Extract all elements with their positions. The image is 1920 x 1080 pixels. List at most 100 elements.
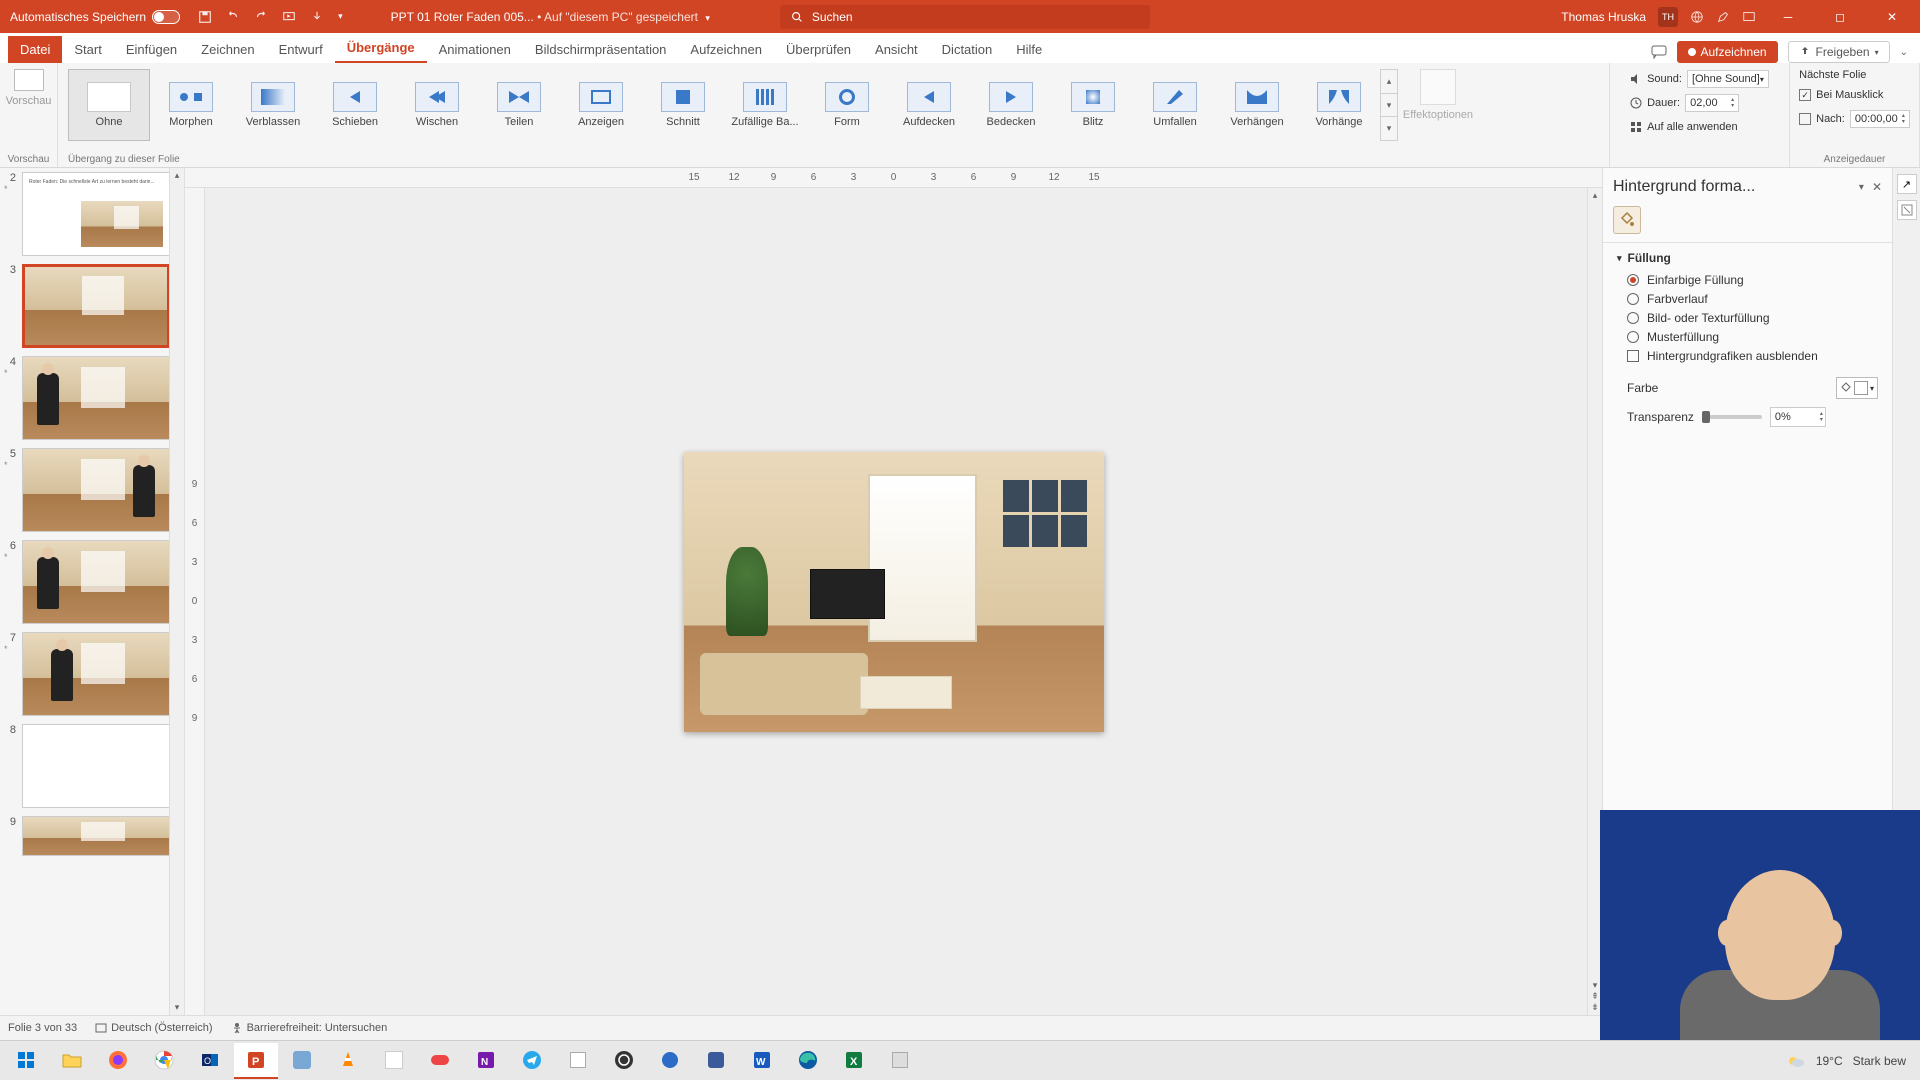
fill-pattern-radio[interactable]: Musterfüllung xyxy=(1627,330,1878,344)
chevron-down-icon[interactable]: ▾ xyxy=(705,13,710,23)
start-button[interactable] xyxy=(4,1043,48,1079)
format-pane-dropdown-icon[interactable]: ▾ xyxy=(1859,182,1864,193)
weather-text[interactable]: Stark bew xyxy=(1853,1054,1906,1068)
designer-pane-icon[interactable] xyxy=(1897,200,1917,220)
outlook-icon[interactable]: O xyxy=(188,1043,232,1079)
format-pane-close-icon[interactable]: ✕ xyxy=(1872,180,1882,194)
telegram-icon[interactable] xyxy=(510,1043,554,1079)
transition-flash[interactable]: Blitz xyxy=(1052,69,1134,141)
fill-section-header[interactable]: ▾Füllung xyxy=(1617,251,1878,265)
tab-design[interactable]: Entwurf xyxy=(267,36,335,63)
fill-solid-radio[interactable]: Einfarbige Füllung xyxy=(1627,273,1878,287)
weather-temp[interactable]: 19°C xyxy=(1816,1054,1843,1068)
transition-wipe[interactable]: Wischen xyxy=(396,69,478,141)
edge-icon[interactable] xyxy=(786,1043,830,1079)
window-icon[interactable] xyxy=(1742,10,1756,24)
thumbnail-7[interactable] xyxy=(22,632,170,716)
fill-gradient-radio[interactable]: Farbverlauf xyxy=(1627,292,1878,306)
hide-bg-checkbox[interactable]: Hintergrundgrafiken ausblenden xyxy=(1627,349,1878,363)
slideshow-icon[interactable] xyxy=(282,10,296,24)
thumbnails-scrollbar[interactable]: ▴▾ xyxy=(169,168,184,1015)
gallery-scroll[interactable]: ▴▾▾ xyxy=(1380,69,1398,141)
autosave-toggle[interactable] xyxy=(152,10,180,24)
word-icon[interactable]: W xyxy=(740,1043,784,1079)
vlc-icon[interactable] xyxy=(326,1043,370,1079)
fill-tab-icon[interactable] xyxy=(1613,206,1641,234)
undo-icon[interactable] xyxy=(226,10,240,24)
transition-curtains[interactable]: Vorhänge xyxy=(1298,69,1380,141)
slide-content-image[interactable] xyxy=(684,452,1104,732)
app-icon-1[interactable] xyxy=(280,1043,324,1079)
collapse-ribbon-icon[interactable]: ⌄ xyxy=(1900,47,1908,58)
tab-draw[interactable]: Zeichnen xyxy=(189,36,266,63)
transparency-slider[interactable] xyxy=(1702,415,1762,419)
share-button[interactable]: Freigeben ▾ xyxy=(1788,41,1890,63)
after-time-input[interactable]: 00:00,00▴▾ xyxy=(1850,110,1910,128)
transition-split[interactable]: Teilen xyxy=(478,69,560,141)
tab-file[interactable]: Datei xyxy=(8,36,62,63)
weather-icon[interactable] xyxy=(1786,1051,1806,1071)
pen-icon[interactable] xyxy=(1716,10,1730,24)
tab-dictation[interactable]: Dictation xyxy=(930,36,1005,63)
search-box[interactable]: Suchen xyxy=(780,5,1150,29)
explorer-icon[interactable] xyxy=(50,1043,94,1079)
minimize-button[interactable]: ─ xyxy=(1768,0,1808,33)
duration-input[interactable]: 02,00▴▾ xyxy=(1685,94,1739,112)
transition-none[interactable]: Ohne xyxy=(68,69,150,141)
thumbnail-8[interactable] xyxy=(22,724,170,808)
transition-cut[interactable]: Schnitt xyxy=(642,69,724,141)
touch-mode-icon[interactable] xyxy=(310,10,324,24)
tab-slideshow[interactable]: Bildschirmpräsentation xyxy=(523,36,679,63)
app-icon-7[interactable] xyxy=(878,1043,922,1079)
transition-fall[interactable]: Umfallen xyxy=(1134,69,1216,141)
slide-canvas[interactable]: 151296303691215 9630369 ▴▾⇞⇟ xyxy=(185,168,1602,1015)
user-name[interactable]: Thomas Hruska xyxy=(1561,10,1646,24)
tab-start[interactable]: Start xyxy=(62,36,113,63)
save-location[interactable]: • Auf "diesem PC" gespeichert xyxy=(537,10,698,24)
thumbnail-9[interactable] xyxy=(22,816,170,856)
thumbnail-2[interactable]: Roter Faden: Die schnellste Art zu lerne… xyxy=(22,172,170,256)
tab-record[interactable]: Aufzeichnen xyxy=(678,36,774,63)
after-checkbox[interactable] xyxy=(1799,113,1811,125)
tab-transitions[interactable]: Übergänge xyxy=(335,34,427,63)
comments-icon[interactable] xyxy=(1651,45,1667,59)
thumbnail-6[interactable] xyxy=(22,540,170,624)
obs-icon[interactable] xyxy=(602,1043,646,1079)
tab-animations[interactable]: Animationen xyxy=(427,36,523,63)
apply-all-button[interactable]: Auf alle anwenden xyxy=(1630,117,1769,137)
transition-uncover[interactable]: Aufdecken xyxy=(888,69,970,141)
accessibility-check[interactable]: Barrierefreiheit: Untersuchen xyxy=(231,1022,388,1034)
on-click-checkbox[interactable]: ✓ xyxy=(1799,89,1811,101)
powerpoint-icon[interactable]: P xyxy=(234,1043,278,1079)
preview-icon[interactable] xyxy=(14,69,44,91)
color-picker-button[interactable]: ▾ xyxy=(1836,377,1878,399)
app-icon-4[interactable] xyxy=(556,1043,600,1079)
transition-morph[interactable]: Morphen xyxy=(150,69,232,141)
app-icon-6[interactable] xyxy=(694,1043,738,1079)
thumbnail-5[interactable] xyxy=(22,448,170,532)
save-icon[interactable] xyxy=(198,10,212,24)
collapse-pane-icon[interactable]: ↗ xyxy=(1897,174,1917,194)
record-button[interactable]: Aufzeichnen xyxy=(1677,41,1778,63)
transition-push[interactable]: Schieben xyxy=(314,69,396,141)
tab-insert[interactable]: Einfügen xyxy=(114,36,189,63)
transition-reveal[interactable]: Anzeigen xyxy=(560,69,642,141)
transition-cover[interactable]: Bedecken xyxy=(970,69,1052,141)
tab-help[interactable]: Hilfe xyxy=(1004,36,1054,63)
app-icon-2[interactable] xyxy=(372,1043,416,1079)
excel-icon[interactable]: X xyxy=(832,1043,876,1079)
app-icon-3[interactable] xyxy=(418,1043,462,1079)
tab-view[interactable]: Ansicht xyxy=(863,36,930,63)
thumbnail-4[interactable] xyxy=(22,356,170,440)
thumbnail-3[interactable] xyxy=(22,264,170,348)
app-icon-5[interactable] xyxy=(648,1043,692,1079)
maximize-button[interactable]: ◻ xyxy=(1820,0,1860,33)
slide-counter[interactable]: Folie 3 von 33 xyxy=(8,1022,77,1034)
transition-random[interactable]: Zufällige Ba... xyxy=(724,69,806,141)
chrome-icon[interactable] xyxy=(142,1043,186,1079)
tab-review[interactable]: Überprüfen xyxy=(774,36,863,63)
redo-icon[interactable] xyxy=(254,10,268,24)
transition-fade[interactable]: Verblassen xyxy=(232,69,314,141)
onenote-icon[interactable]: N xyxy=(464,1043,508,1079)
globe-icon[interactable] xyxy=(1690,10,1704,24)
